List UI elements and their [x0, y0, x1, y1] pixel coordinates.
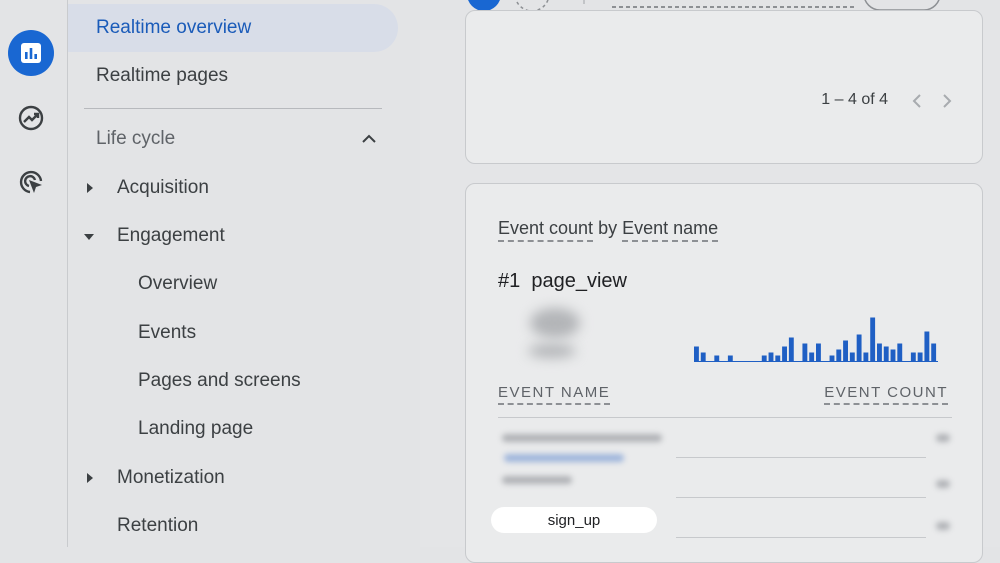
- dimension-selector[interactable]: Event name: [622, 218, 719, 242]
- sparkline-bar[interactable]: [714, 355, 720, 362]
- sparkline-bar[interactable]: [694, 346, 699, 362]
- nav-landing-page-label: Landing page: [138, 418, 254, 439]
- report-nav: Realtime overview Realtime pages Life cy…: [68, 0, 420, 547]
- sparkline-bar[interactable]: [897, 343, 903, 362]
- nav-acquisition[interactable]: Acquisition: [117, 164, 209, 212]
- sparkline-bar[interactable]: [700, 352, 706, 362]
- blurred-row-text: [502, 476, 572, 484]
- caret-right-icon[interactable]: [87, 183, 93, 193]
- sparkline-bar[interactable]: [829, 355, 835, 362]
- main-content: 1 – 4 of 4 Event count by Event name #1 …: [420, 10, 1000, 563]
- sparkline-bar[interactable]: [768, 352, 774, 362]
- sign-up-tooltip: sign_up: [491, 507, 657, 533]
- sparkline-bar[interactable]: [856, 334, 862, 362]
- blurred-row-text: [502, 434, 662, 442]
- sparkline-bar[interactable]: [863, 352, 869, 362]
- sparkline-bar[interactable]: [931, 343, 937, 362]
- nav-engagement-label: Engagement: [117, 225, 225, 246]
- col-event-count-label: EVENT COUNT: [824, 384, 948, 405]
- pagination-text: 1 – 4 of 4: [821, 91, 888, 108]
- sparkline-bar[interactable]: [843, 340, 848, 362]
- sparkline-bar[interactable]: [870, 317, 876, 362]
- section-life-cycle[interactable]: Life cycle: [96, 122, 175, 156]
- blurred-row-highlight: [504, 454, 624, 462]
- row-divider: [676, 537, 926, 538]
- chevron-right-icon[interactable]: [940, 93, 954, 109]
- row-divider: [676, 457, 926, 458]
- nav-realtime-overview[interactable]: Realtime overview: [68, 4, 398, 52]
- nav-retention[interactable]: Retention: [117, 502, 198, 550]
- blurred-row-value: [936, 480, 950, 488]
- top-event-name: page_view: [531, 270, 627, 292]
- col-event-count[interactable]: EVENT COUNT: [824, 384, 948, 405]
- sparkline-bar[interactable]: [727, 355, 733, 362]
- sparkline-bar[interactable]: [910, 352, 916, 362]
- table-card: 1 – 4 of 4: [465, 10, 983, 164]
- sparkline-bar[interactable]: [802, 343, 808, 362]
- nav-acquisition-label: Acquisition: [117, 177, 209, 198]
- sparkline-bar[interactable]: [849, 352, 855, 362]
- section-life-cycle-label: Life cycle: [96, 128, 176, 149]
- bar-chart-icon: [21, 43, 41, 63]
- table-header-divider: [498, 417, 952, 418]
- nav-overview-label: Overview: [138, 273, 218, 294]
- sparkline-bar[interactable]: [877, 343, 882, 362]
- sparkline-bar[interactable]: [782, 346, 787, 362]
- explore-button[interactable]: [8, 95, 54, 141]
- home-icon-partial[interactable]: [18, 0, 44, 4]
- nav-events[interactable]: Events: [138, 309, 196, 357]
- event-sparkline: [694, 317, 938, 362]
- sparkline-bar[interactable]: [816, 343, 821, 362]
- nav-events-label: Events: [138, 322, 197, 343]
- target-cursor-icon: [19, 170, 43, 194]
- sparkline-bar[interactable]: [809, 352, 815, 362]
- top-event-rank: #1: [498, 270, 521, 292]
- nav-landing-page[interactable]: Landing page: [138, 405, 253, 453]
- caret-right-icon[interactable]: [87, 473, 93, 483]
- tooltip-label: sign_up: [547, 511, 601, 529]
- sparkline-bar[interactable]: [917, 352, 923, 362]
- blurred-percentage: [528, 344, 576, 358]
- nav-realtime-pages[interactable]: Realtime pages: [96, 52, 228, 100]
- blurred-value: [530, 308, 580, 338]
- icon-rail: [0, 0, 68, 547]
- chevron-left-icon[interactable]: [910, 93, 924, 109]
- sparkline-bar[interactable]: [883, 346, 889, 362]
- nav-realtime-overview-label: Realtime overview: [96, 17, 252, 38]
- metric-selector[interactable]: Event count: [498, 218, 594, 242]
- nav-pages-and-screens-label: Pages and screens: [138, 370, 301, 391]
- sparkline-bar[interactable]: [788, 337, 794, 362]
- sparkline-bar[interactable]: [890, 349, 896, 362]
- col-event-name[interactable]: EVENT NAME: [498, 384, 611, 405]
- sparkline-bar[interactable]: [924, 331, 930, 362]
- card-title: Event count by Event name: [498, 218, 719, 242]
- nav-pages-and-screens[interactable]: Pages and screens: [138, 357, 301, 405]
- nav-monetization-label: Monetization: [117, 467, 225, 488]
- nav-monetization[interactable]: Monetization: [117, 454, 225, 502]
- chevron-up-icon[interactable]: [360, 130, 378, 148]
- nav-divider: [84, 108, 382, 109]
- top-event-heading: #1 page_view: [498, 270, 627, 293]
- caret-down-icon[interactable]: [84, 234, 94, 240]
- nav-overview[interactable]: Overview: [138, 260, 217, 308]
- col-event-name-label: EVENT NAME: [498, 384, 611, 405]
- nav-retention-label: Retention: [117, 515, 199, 536]
- title-by: by: [598, 218, 618, 238]
- blurred-row-value: [936, 434, 950, 442]
- advertising-button[interactable]: [8, 159, 54, 205]
- event-count-card: Event count by Event name #1 page_view E…: [465, 183, 983, 563]
- sparkline-bar[interactable]: [761, 355, 767, 362]
- reports-button[interactable]: [8, 30, 54, 76]
- nav-realtime-pages-label: Realtime pages: [96, 65, 229, 86]
- blurred-row-value: [936, 522, 950, 530]
- sparkline-bar[interactable]: [775, 355, 781, 362]
- trending-circle-icon: [18, 105, 44, 131]
- nav-engagement[interactable]: Engagement: [117, 212, 225, 260]
- row-divider: [676, 497, 926, 498]
- header-pill-button: [864, 0, 940, 11]
- sparkline-bar[interactable]: [836, 349, 842, 362]
